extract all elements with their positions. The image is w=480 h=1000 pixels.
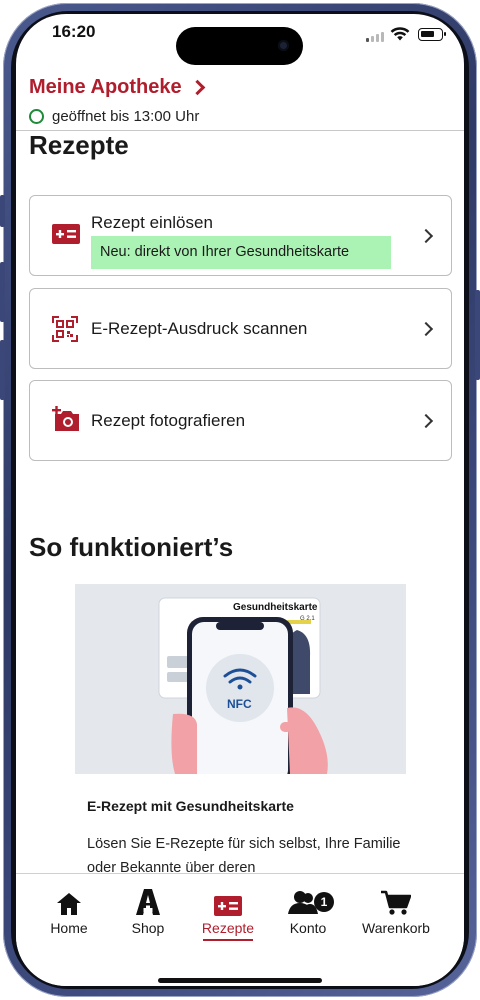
nav-label: Shop xyxy=(131,920,165,936)
pharmacy-selector[interactable]: Meine Apotheke xyxy=(29,76,205,99)
health-card-code: G 2.1 xyxy=(300,616,315,622)
redeem-prescription-card[interactable]: Rezept einlösen Neu: direkt von Ihrer Ge… xyxy=(29,195,452,276)
section-title-rezepte: Rezepte xyxy=(29,130,129,160)
nav-label: Rezepte xyxy=(201,920,255,936)
status-time: 16:20 xyxy=(52,22,96,41)
chevron-right-icon xyxy=(418,413,434,429)
nav-item-konto[interactable]: 1 Konto xyxy=(268,888,348,936)
card-label: Rezept einlösen xyxy=(91,213,213,232)
card-label: E-Rezept-Ausdruck scannen xyxy=(91,319,308,338)
phone-power-button xyxy=(475,290,480,380)
dynamic-island xyxy=(176,27,303,65)
home-indicator xyxy=(158,978,322,983)
status-bar: 16:20 xyxy=(16,14,464,65)
phone-side-button xyxy=(0,195,5,227)
scan-printout-card[interactable]: E-Rezept-Ausdruck scannen xyxy=(29,288,452,369)
signal-icon xyxy=(366,32,384,42)
qr-scan-icon xyxy=(52,316,78,342)
nav-label: Konto xyxy=(289,920,327,936)
nav-label: Home xyxy=(50,920,88,936)
nfc-label: NFC xyxy=(227,697,252,711)
phone-volume-down-button xyxy=(0,340,5,400)
camera-plus-icon xyxy=(52,406,79,431)
chevron-right-icon xyxy=(189,79,205,96)
nav-item-warenkorb[interactable]: Warenkorb xyxy=(349,888,443,936)
app-screen: 16:20 Meine Apotheke geöffnet bis 13:00 … xyxy=(16,14,464,986)
phone-volume-up-button xyxy=(0,262,5,322)
battery-icon xyxy=(418,28,446,41)
nav-item-shop[interactable]: Shop xyxy=(108,888,188,936)
new-feature-badge: Neu: direkt von Ihrer Gesundheitskarte xyxy=(91,236,391,269)
card-plus-icon xyxy=(52,224,80,244)
nav-label: Warenkorb xyxy=(362,920,430,936)
bottom-navigation: Home Shop Rezepte 1 Konto Warenkorb xyxy=(16,873,464,986)
chevron-right-icon xyxy=(418,228,434,244)
section-title-how-it-works: So funktioniert’s xyxy=(29,532,234,562)
health-card-title: Gesundheitskarte xyxy=(233,602,318,613)
nav-item-rezepte[interactable]: Rezepte xyxy=(188,888,268,941)
opening-status: geöffnet bis 13:00 Uhr xyxy=(29,108,199,125)
opening-hours-text: geöffnet bis 13:00 Uhr xyxy=(52,108,200,125)
card-label: Rezept fotografieren xyxy=(91,411,246,430)
card-plus-icon xyxy=(214,896,242,916)
pharmacy-a-icon xyxy=(136,889,160,915)
cart-icon xyxy=(381,890,411,915)
chevron-right-icon xyxy=(418,321,434,337)
home-icon xyxy=(57,893,81,915)
active-tab-indicator xyxy=(203,939,253,941)
nav-item-home[interactable]: Home xyxy=(29,888,109,936)
info-card-title: E-Rezept mit Gesundheitskarte xyxy=(87,798,294,814)
photograph-prescription-card[interactable]: Rezept fotografieren xyxy=(29,380,452,461)
pharmacy-name: Meine Apotheke xyxy=(29,76,182,98)
notification-badge: 1 xyxy=(314,892,334,912)
nfc-illustration: Gesundheitskarte G 2.1 NFC xyxy=(75,584,406,774)
status-circle-icon xyxy=(29,109,44,124)
wifi-icon xyxy=(390,27,410,41)
